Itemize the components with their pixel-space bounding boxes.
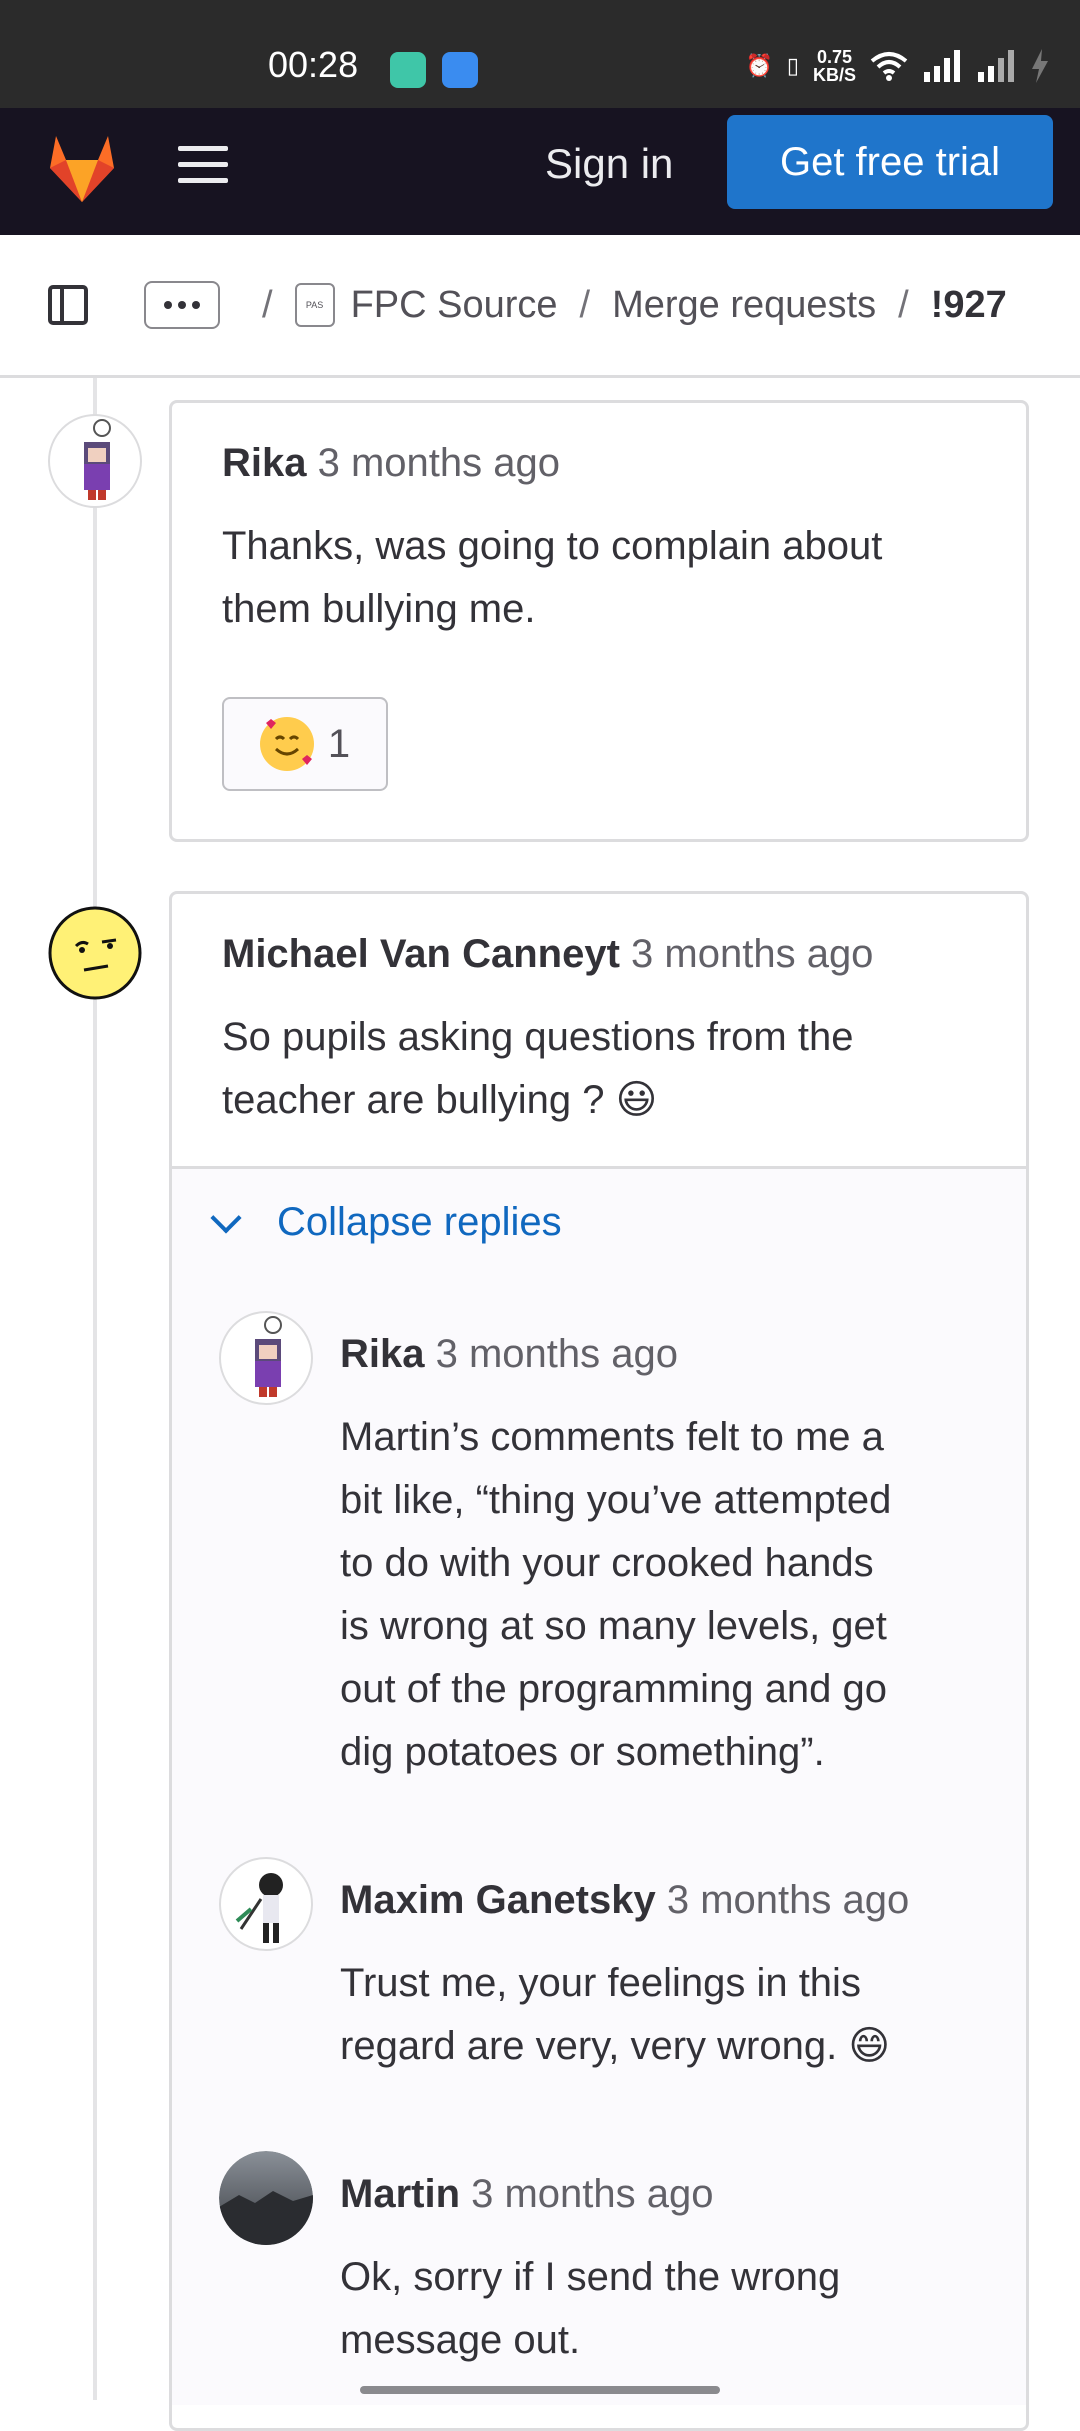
collapse-replies-button[interactable]: Collapse replies xyxy=(210,1200,562,1245)
home-indicator[interactable] xyxy=(360,2386,720,2394)
note-author[interactable]: Michael Van Canneyt xyxy=(222,932,620,976)
breadcrumb-merge-requests[interactable]: Merge requests xyxy=(612,284,876,327)
avatar[interactable] xyxy=(48,906,142,1000)
avatar[interactable] xyxy=(219,2151,313,2245)
breadcrumb-separator: / xyxy=(262,283,273,326)
wifi-icon xyxy=(870,52,908,81)
note-header: Michael Van Canneyt 3 months ago xyxy=(222,932,873,977)
timeline-line xyxy=(93,378,97,2400)
reply-author[interactable]: Rika xyxy=(340,1332,425,1376)
user-avatar-icon xyxy=(219,2151,313,2245)
smiling-hearts-emoji-icon xyxy=(259,717,314,771)
reply-time[interactable]: 3 months ago xyxy=(436,1332,678,1376)
status-bar: 00:28 ⏰ ▯ 0.75 KB/S xyxy=(0,0,1080,108)
breadcrumb-separator: / xyxy=(579,283,591,326)
breadcrumb-more-button[interactable] xyxy=(144,281,220,329)
reply-time[interactable]: 3 months ago xyxy=(471,2172,713,2216)
user-avatar-icon xyxy=(84,419,111,500)
note-header: Rika 3 months ago xyxy=(222,441,560,486)
reply-body: Trust me, your feelings in this regard a… xyxy=(340,1961,891,2068)
reply-author[interactable]: Martin xyxy=(340,2172,460,2216)
avatar[interactable] xyxy=(48,414,142,508)
reply-body: Ok, sorry if I send the wrong message ou… xyxy=(340,2255,841,2362)
reply-time[interactable]: 3 months ago xyxy=(667,1878,909,1922)
battery-charging-icon xyxy=(1032,49,1048,83)
note-time[interactable]: 3 months ago xyxy=(631,932,873,976)
app-notification-icon-2 xyxy=(442,52,478,88)
top-navigation: Sign in Get free trial xyxy=(0,108,1080,235)
signal-4g-icon xyxy=(978,50,1014,82)
breadcrumb-bar: / PAS FPC Source / Merge requests / !927 xyxy=(0,235,1080,378)
menu-hamburger-icon[interactable] xyxy=(178,146,228,188)
user-avatar-icon xyxy=(255,1316,282,1397)
alarm-icon: ⏰ xyxy=(745,53,773,78)
reaction-count: 1 xyxy=(327,721,351,766)
user-avatar-icon xyxy=(48,906,142,1000)
emoji-reaction-button[interactable]: 1 xyxy=(222,697,388,791)
avatar[interactable] xyxy=(219,1857,313,1951)
chevron-down-icon xyxy=(210,1201,242,1234)
sign-in-link[interactable]: Sign in xyxy=(545,140,673,188)
note-time[interactable]: 3 months ago xyxy=(318,441,560,485)
breadcrumb: / PAS FPC Source / Merge requests / !927 xyxy=(240,283,1007,327)
gitlab-logo-icon[interactable] xyxy=(42,128,122,208)
vibrate-icon: ▯ xyxy=(786,53,799,78)
breadcrumb-separator: / xyxy=(898,283,909,326)
sidebar-toggle-icon[interactable] xyxy=(48,285,88,325)
reply-header: Martin 3 months ago xyxy=(340,2172,714,2217)
user-avatar-icon xyxy=(235,1873,283,1943)
breadcrumb-current[interactable]: !927 xyxy=(931,284,1007,327)
reply-header: Maxim Ganetsky 3 months ago xyxy=(340,1878,909,1923)
status-time: 00:28 xyxy=(268,44,359,85)
note-author[interactable]: Rika xyxy=(222,441,307,485)
project-avatar-icon: PAS xyxy=(294,283,335,327)
network-speed: 0.75 KB/S xyxy=(812,47,856,85)
note-body: So pupils asking questions from the teac… xyxy=(222,1015,854,1122)
reply-body: Martin’s comments felt to me a bit like,… xyxy=(340,1415,892,1774)
reply-author[interactable]: Maxim Ganetsky xyxy=(340,1878,656,1922)
app-notification-icon xyxy=(390,52,426,88)
get-free-trial-button[interactable]: Get free trial xyxy=(727,115,1053,209)
signal-icon xyxy=(924,50,960,82)
status-icons: ⏰ ▯ 0.75 KB/S xyxy=(745,46,1050,86)
breadcrumb-project[interactable]: FPC Source xyxy=(351,284,558,327)
note-body: Thanks, was going to complain about them… xyxy=(222,524,883,631)
avatar[interactable] xyxy=(219,1311,313,1405)
reply-header: Rika 3 months ago xyxy=(340,1332,678,1377)
comment-note: Rika 3 months ago Thanks, was going to c… xyxy=(169,400,1029,842)
